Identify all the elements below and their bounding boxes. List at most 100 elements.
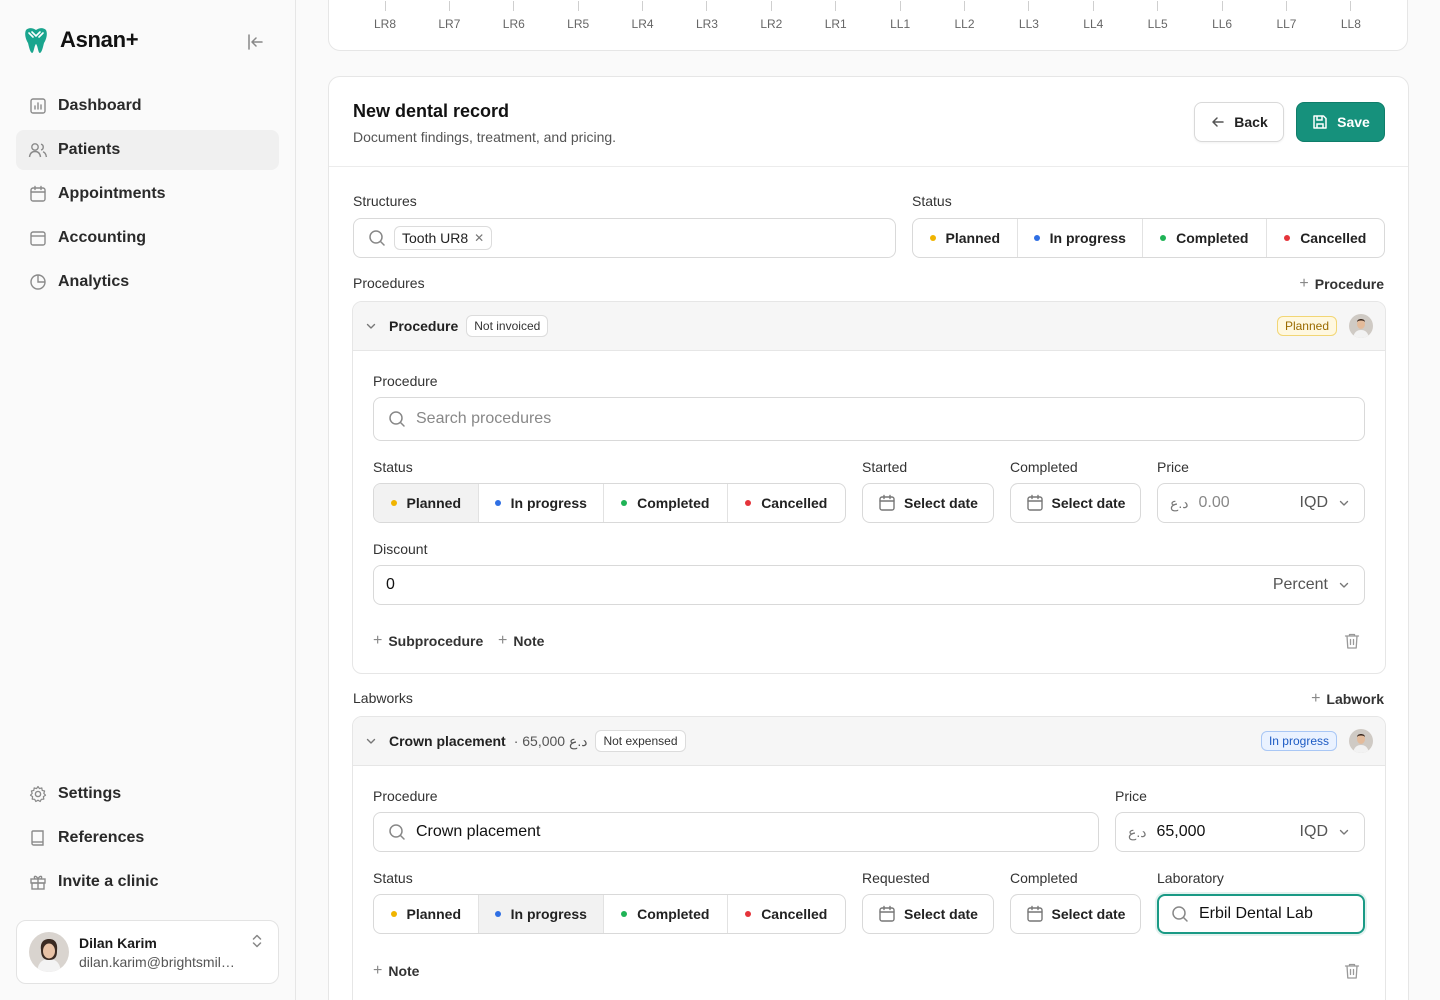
labwork-completed-date-picker[interactable]: Select date [1010, 894, 1141, 934]
tooth-lr1[interactable]: LR1 [814, 1, 858, 31]
sidebar-item-invite[interactable]: Invite a clinic [16, 862, 279, 902]
structure-chip-label: Tooth UR8 [402, 230, 469, 246]
status-in-progress[interactable]: In progress [478, 895, 605, 933]
structure-chip[interactable]: Tooth UR8 ✕ [394, 226, 493, 250]
add-labwork-note-button[interactable]: + Note [373, 962, 419, 980]
structures-input[interactable]: Tooth UR8 ✕ [353, 218, 896, 258]
tooth-ll3[interactable]: LL3 [1007, 1, 1051, 31]
tooth-lr8[interactable]: LR8 [363, 1, 407, 31]
currency-symbol: د.ع [1128, 823, 1147, 840]
status-option-label: In progress [510, 906, 587, 922]
status-completed[interactable]: Completed [1143, 219, 1267, 257]
wallet-icon [28, 228, 48, 248]
sidebar-item-references[interactable]: References [16, 818, 279, 858]
labwork-price-input[interactable]: د.ع 65,000 IQD [1115, 812, 1365, 852]
requested-date-picker[interactable]: Select date [862, 894, 994, 934]
started-date-picker[interactable]: Select date [862, 483, 994, 523]
tooth-marker [1157, 1, 1159, 11]
status-option-label: Cancelled [761, 906, 828, 922]
tooth-ll7[interactable]: LL7 [1264, 1, 1308, 31]
discount-input[interactable]: 0 Percent [373, 565, 1365, 605]
tooth-marker [384, 1, 386, 11]
user-menu[interactable]: Dilan Karim dilan.karim@brightsmile.exam… [16, 920, 279, 984]
labwork-completed-label: Completed [1010, 870, 1078, 886]
labwork-status-segmented: Planned In progress Completed Cancelled [373, 894, 846, 934]
sidebar-item-accounting[interactable]: Accounting [16, 218, 279, 258]
status-cancelled[interactable]: Cancelled [728, 895, 845, 933]
procedure-search-placeholder: Search procedures [416, 410, 552, 427]
tooth-lr2[interactable]: LR2 [749, 1, 793, 31]
discount-unit: Percent [1272, 576, 1328, 593]
tooth-lr3[interactable]: LR3 [685, 1, 729, 31]
trash-icon[interactable] [1344, 632, 1362, 650]
tooth-label: LR8 [373, 17, 396, 31]
currency-select[interactable]: IQD [1300, 494, 1350, 512]
collapse-sidebar-button[interactable] [244, 30, 268, 54]
tooth-ll5[interactable]: LL5 [1136, 1, 1180, 31]
labwork-card-title: Crown placement [389, 733, 506, 749]
tooth-marker [964, 1, 966, 11]
add-procedure-button[interactable]: + Procedure [1299, 275, 1384, 293]
tooth-label: LR4 [631, 17, 654, 31]
sidebar-item-appointments[interactable]: Appointments [16, 174, 279, 214]
tooth-ll4[interactable]: LL4 [1071, 1, 1115, 31]
save-button[interactable]: Save [1296, 102, 1385, 142]
add-labwork-button[interactable]: + Labwork [1311, 690, 1384, 708]
sidebar-item-dashboard[interactable]: Dashboard [16, 86, 279, 126]
tooth-ll2[interactable]: LL2 [943, 1, 987, 31]
discount-unit-select[interactable]: Percent [1273, 576, 1350, 594]
tooth-label: LR3 [695, 17, 718, 31]
plus-icon: + [498, 632, 508, 649]
close-icon[interactable]: ✕ [474, 231, 484, 245]
trash-icon[interactable] [1344, 962, 1362, 980]
sidebar-item-label: Settings [58, 785, 122, 802]
tooth-ll1[interactable]: LL1 [878, 1, 922, 31]
add-subprocedure-button[interactable]: + Subprocedure [373, 632, 483, 650]
back-button[interactable]: Back [1194, 102, 1284, 142]
currency-select[interactable]: IQD [1300, 823, 1350, 841]
procedure-card-header[interactable]: Procedure Not invoiced Planned [353, 302, 1385, 351]
procedure-status-label: Status [373, 459, 413, 475]
status-in-progress[interactable]: In progress [1018, 219, 1144, 257]
chevron-down-icon[interactable] [365, 735, 377, 747]
status-in-progress[interactable]: In progress [479, 484, 605, 522]
tooth-marker [513, 1, 515, 11]
collapse-left-icon [248, 34, 263, 50]
labwork-procedure-input[interactable]: Crown placement [373, 812, 1099, 852]
status-completed[interactable]: Completed [604, 895, 728, 933]
status-cancelled[interactable]: Cancelled [728, 484, 845, 522]
tooth-lr6[interactable]: LR6 [492, 1, 536, 31]
price-input[interactable]: د.ع 0.00 IQD [1157, 483, 1365, 523]
price-placeholder: 0.00 [1198, 494, 1230, 511]
brand-logo[interactable]: Asnan+ [20, 24, 139, 56]
bar-chart-icon [28, 96, 48, 116]
tooth-marker [1285, 1, 1287, 11]
labwork-card-header[interactable]: Crown placement · 65,000 د.ع Not expense… [353, 717, 1385, 766]
tooth-lr5[interactable]: LR5 [556, 1, 600, 31]
status-completed[interactable]: Completed [604, 484, 728, 522]
calendar-icon [1026, 494, 1043, 511]
sidebar-item-settings[interactable]: Settings [16, 774, 279, 814]
status-planned[interactable]: Planned [374, 484, 479, 522]
dot-icon [621, 911, 628, 917]
sidebar-item-analytics[interactable]: Analytics [16, 262, 279, 302]
status-option-label: Cancelled [761, 495, 828, 511]
chevron-down-icon[interactable] [365, 320, 377, 332]
tooth-lr4[interactable]: LR4 [621, 1, 665, 31]
status-cancelled[interactable]: Cancelled [1267, 219, 1384, 257]
dot-icon [390, 911, 397, 917]
tooth-label: LL2 [954, 17, 975, 31]
status-planned[interactable]: Planned [374, 895, 479, 933]
gear-icon [28, 784, 48, 804]
requested-label: Requested [862, 870, 930, 886]
laboratory-input[interactable]: Erbil Dental Lab [1157, 894, 1365, 934]
procedure-search-input[interactable]: Search procedures [373, 397, 1365, 441]
completed-date-picker[interactable]: Select date [1010, 483, 1141, 523]
add-note-button[interactable]: + Note [498, 632, 544, 650]
tooth-ll8[interactable]: LL8 [1329, 1, 1373, 31]
status-planned[interactable]: Planned [913, 219, 1018, 257]
tooth-lr7[interactable]: LR7 [427, 1, 471, 31]
sidebar-item-label: Accounting [58, 229, 146, 246]
tooth-ll6[interactable]: LL6 [1200, 1, 1244, 31]
sidebar-item-patients[interactable]: Patients [16, 130, 279, 170]
